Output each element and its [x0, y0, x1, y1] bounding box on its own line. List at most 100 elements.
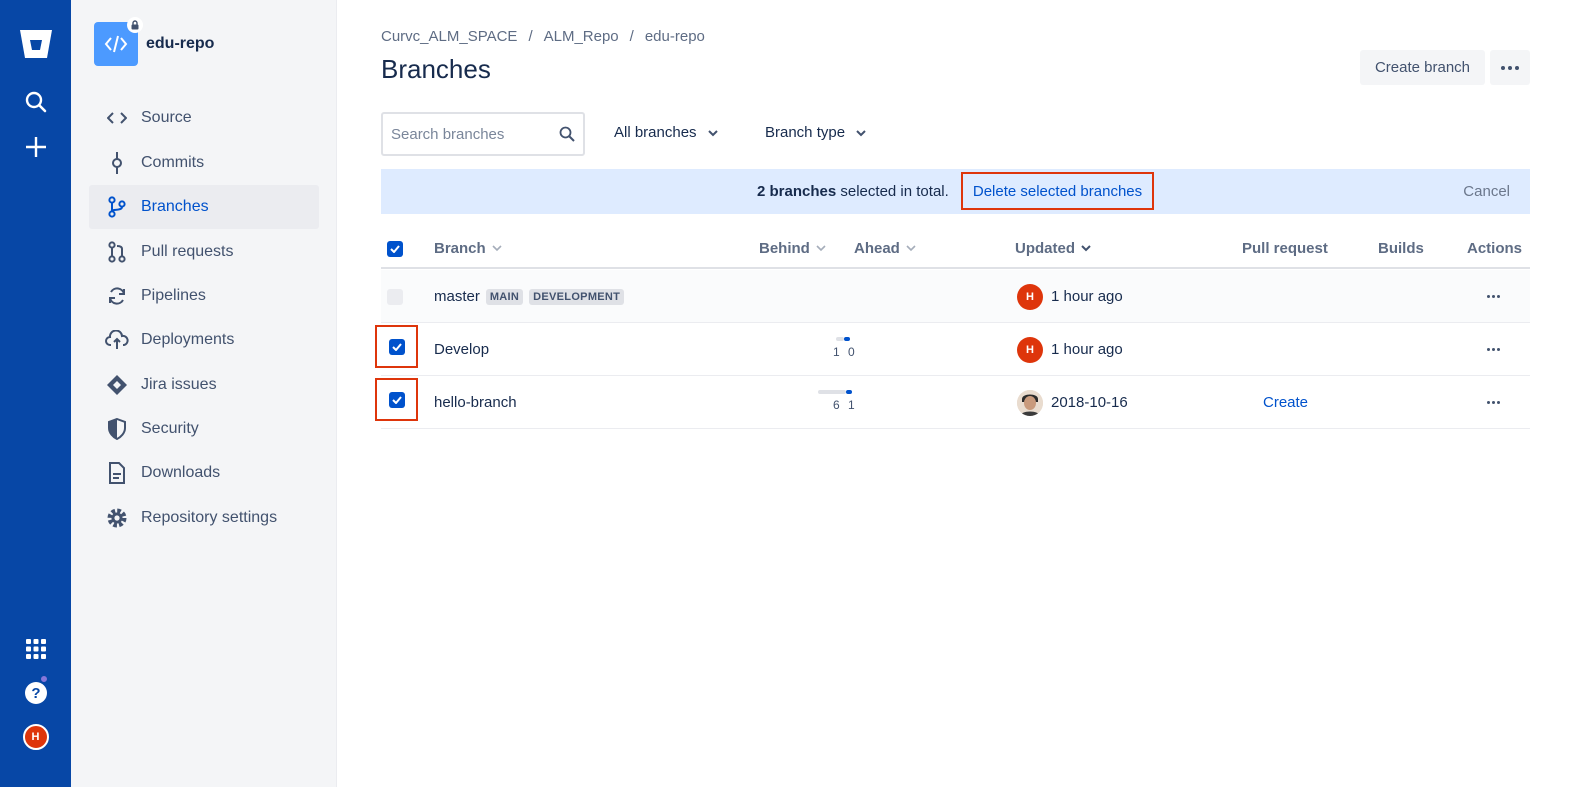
- row-actions-button[interactable]: [1487, 323, 1500, 376]
- global-nav: ? H: [0, 0, 71, 787]
- branch-name[interactable]: Develop: [434, 341, 489, 358]
- branch-name[interactable]: master: [434, 288, 480, 305]
- help-icon[interactable]: ?: [0, 681, 71, 705]
- source-icon: [89, 110, 141, 126]
- sidebar-item-label: Source: [141, 109, 192, 126]
- deployments-icon: [89, 330, 141, 350]
- sidebar-item-security[interactable]: Security: [89, 407, 319, 451]
- lock-icon: [127, 17, 143, 33]
- bitbucket-logo-icon[interactable]: [0, 28, 71, 60]
- column-header-actions: Actions: [1467, 240, 1523, 257]
- sidebar-item-deployments[interactable]: Deployments: [89, 318, 319, 362]
- sidebar-item-label: Pull requests: [141, 243, 234, 260]
- more-icon: [1501, 65, 1519, 70]
- page-title: Branches: [381, 54, 491, 84]
- delete-selected-branches-link[interactable]: Delete selected branches: [961, 172, 1154, 210]
- main-lozenge: MAIN: [485, 288, 524, 305]
- all-branches-dropdown[interactable]: All branches: [614, 124, 719, 141]
- column-header-updated[interactable]: Updated: [1015, 240, 1091, 257]
- shield-icon: [89, 418, 141, 440]
- sidebar-item-repository-settings[interactable]: Repository settings: [89, 496, 319, 540]
- chevron-down-icon: [707, 129, 719, 137]
- chevron-down-icon: [492, 245, 502, 252]
- avatar: H: [1017, 283, 1043, 310]
- more-icon: [1487, 348, 1500, 351]
- sidebar-item-jira-issues[interactable]: Jira issues: [89, 363, 319, 407]
- ahead-count: 0: [848, 345, 855, 359]
- search-icon[interactable]: [0, 90, 71, 114]
- select-all-checkbox[interactable]: [387, 241, 403, 257]
- jira-icon: [89, 374, 141, 396]
- column-header-ahead[interactable]: Ahead: [854, 240, 916, 257]
- row-checkbox[interactable]: [375, 325, 418, 368]
- search-icon[interactable]: [559, 126, 575, 142]
- sidebar-item-label: Branches: [141, 198, 209, 215]
- branch-type-dropdown[interactable]: Branch type: [765, 124, 867, 141]
- pull-request-icon: [89, 241, 141, 263]
- download-icon: [89, 462, 141, 484]
- sidebar-item-commits[interactable]: Commits: [89, 141, 319, 185]
- column-header-builds: Builds: [1378, 240, 1424, 257]
- branch-name[interactable]: hello-branch: [434, 394, 517, 411]
- repo-header[interactable]: edu-repo: [94, 17, 215, 66]
- breadcrumb-item-space[interactable]: Curvc_ALM_SPACE: [381, 28, 517, 45]
- pipelines-icon: [89, 285, 141, 307]
- project-sidebar: edu-repo Source Commits Branches Pull re…: [71, 0, 337, 787]
- sidebar-item-label: Repository settings: [141, 509, 278, 526]
- notification-dot: [39, 674, 49, 684]
- row-checkbox[interactable]: [387, 270, 403, 323]
- sidebar-item-label: Downloads: [141, 464, 221, 481]
- repo-name: edu-repo: [146, 35, 215, 52]
- chevron-down-icon: [816, 245, 826, 252]
- profile-avatar[interactable]: H: [0, 724, 71, 750]
- more-icon: [1487, 295, 1500, 298]
- commit-icon: [89, 152, 141, 174]
- behind-count: 6: [833, 398, 840, 412]
- sidebar-item-pull-requests[interactable]: Pull requests: [89, 230, 319, 274]
- chevron-down-icon: [1081, 245, 1091, 252]
- svg-text:?: ?: [31, 685, 40, 702]
- table-row: master MAIN DEVELOPMENT H 1 hour ago: [381, 270, 1530, 323]
- updated-time: 2018-10-16: [1051, 394, 1128, 411]
- sidebar-item-label: Commits: [141, 154, 205, 171]
- sidebar-item-pipelines[interactable]: Pipelines: [89, 274, 319, 318]
- breadcrumb-item-repo[interactable]: edu-repo: [645, 28, 705, 45]
- branch-icon: [89, 196, 141, 218]
- sidebar-item-downloads[interactable]: Downloads: [89, 451, 319, 495]
- plus-icon[interactable]: [0, 135, 71, 159]
- table-row: Develop 1 0 H 1 hour ago: [375, 323, 1530, 376]
- avatar: H: [1017, 336, 1043, 363]
- updated-time: 1 hour ago: [1051, 288, 1123, 305]
- column-header-behind[interactable]: Behind: [759, 240, 826, 257]
- table-header: Branch Behind Ahead Updated Pull request…: [381, 230, 1530, 269]
- create-pull-request-link[interactable]: Create: [1263, 394, 1308, 411]
- sidebar-item-label: Security: [141, 420, 199, 437]
- more-icon: [1487, 401, 1500, 404]
- selection-count: 2 branches selected in total.: [757, 183, 949, 200]
- breadcrumb-item-project[interactable]: ALM_Repo: [544, 28, 619, 45]
- app-switcher-icon[interactable]: [0, 638, 71, 660]
- avatar: [1017, 389, 1043, 416]
- ahead-count: 1: [848, 398, 855, 412]
- row-actions-button[interactable]: [1487, 376, 1500, 429]
- search-input[interactable]: [391, 125, 541, 143]
- chevron-down-icon: [906, 245, 916, 252]
- more-actions-button[interactable]: [1490, 50, 1530, 85]
- updated-time: 1 hour ago: [1051, 341, 1123, 358]
- table-row: hello-branch 6 1 2018-10-16 Create: [375, 376, 1530, 429]
- chevron-down-icon: [855, 129, 867, 137]
- sidebar-item-label: Pipelines: [141, 287, 206, 304]
- gear-icon: [89, 507, 141, 529]
- code-icon: [104, 35, 128, 53]
- sidebar-item-source[interactable]: Source: [89, 96, 319, 140]
- development-lozenge: DEVELOPMENT: [529, 288, 625, 305]
- sidebar-item-branches[interactable]: Branches: [89, 185, 319, 229]
- row-actions-button[interactable]: [1487, 270, 1500, 323]
- selection-bar: 2 branches selected in total. Delete sel…: [381, 169, 1530, 214]
- behind-count: 1: [833, 345, 840, 359]
- column-header-branch[interactable]: Branch: [434, 240, 502, 257]
- sidebar-item-label: Deployments: [141, 331, 235, 348]
- row-checkbox[interactable]: [375, 378, 418, 421]
- cancel-selection-button[interactable]: Cancel: [1463, 183, 1510, 200]
- create-branch-button[interactable]: Create branch: [1360, 50, 1485, 85]
